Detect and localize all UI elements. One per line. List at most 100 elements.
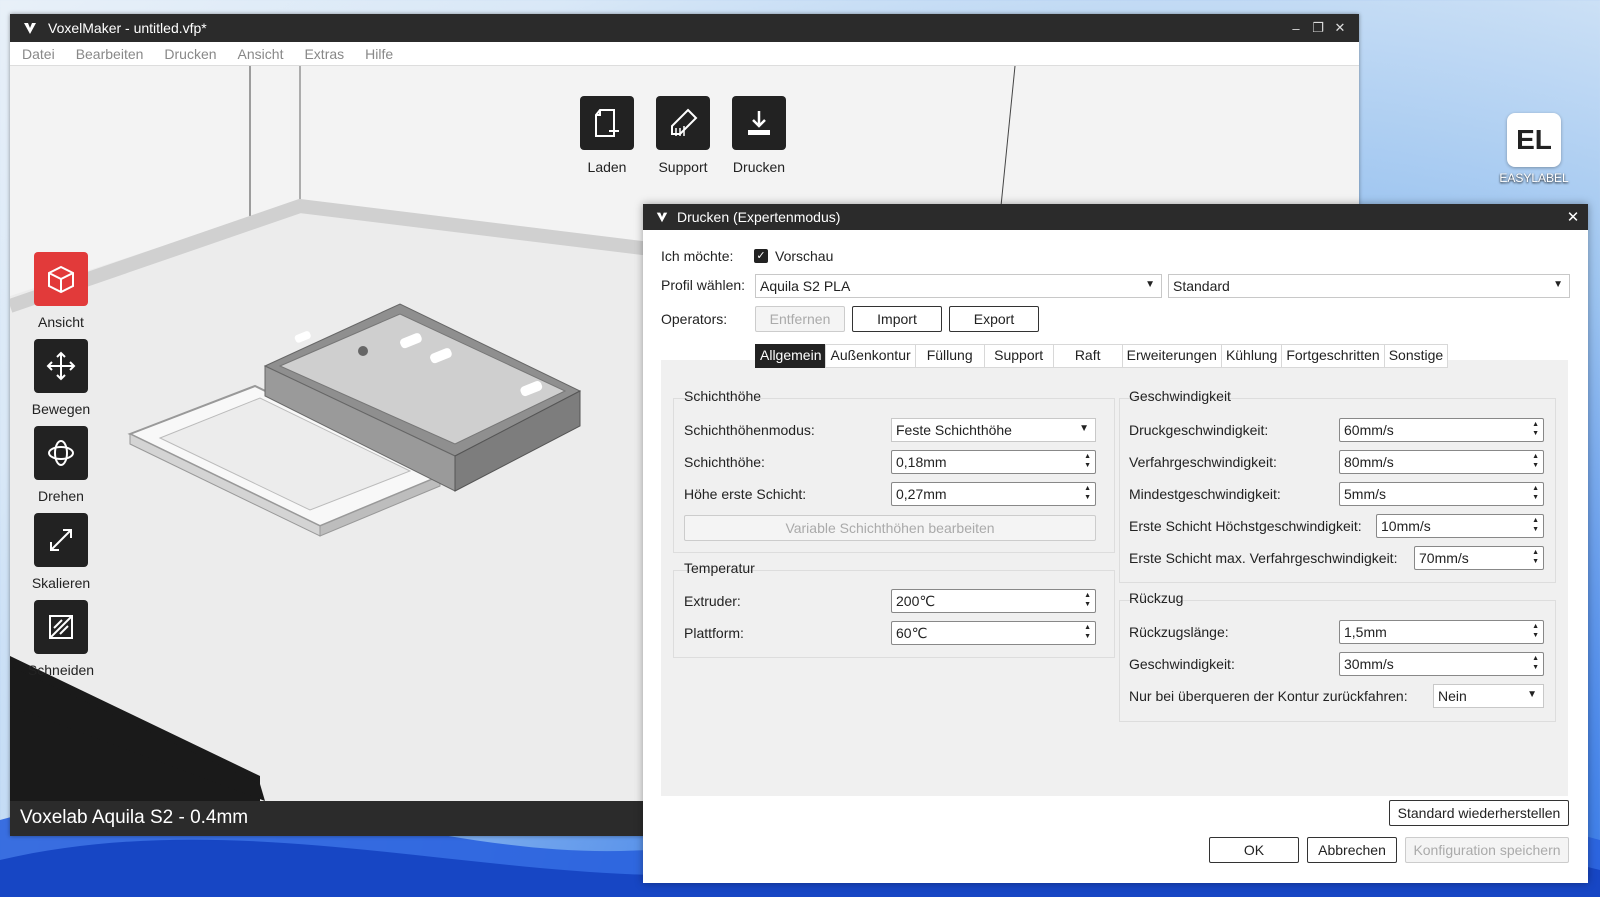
dialog-titlebar: Drucken (Expertenmodus) ✕ bbox=[643, 204, 1588, 230]
skalieren-tool[interactable]: Skalieren bbox=[32, 513, 90, 591]
profil-label: Profil wählen: bbox=[661, 277, 746, 293]
bewegen-label: Bewegen bbox=[31, 401, 91, 417]
spinner-arrows-icon[interactable]: ▲ ▼ bbox=[1084, 623, 1091, 641]
plattform-label: Plattform: bbox=[684, 625, 744, 641]
spinner-arrows-icon[interactable]: ▲ ▼ bbox=[1084, 591, 1091, 609]
load-file-icon bbox=[580, 96, 634, 150]
spinner-arrows-icon[interactable]: ▲ ▼ bbox=[1532, 654, 1539, 672]
vorschau-label: Vorschau bbox=[775, 248, 834, 264]
mindestgeschwindigkeit-value: 5mm/s bbox=[1344, 486, 1386, 502]
druckgeschwindigkeit-value: 60mm/s bbox=[1344, 422, 1394, 438]
druckgeschwindigkeit-input[interactable]: 60mm/s ▲ ▼ bbox=[1339, 418, 1544, 442]
restore-icon[interactable]: ❐ bbox=[1307, 20, 1329, 36]
chevron-down-icon: ▼ bbox=[1553, 279, 1563, 290]
rueckzugslaenge-input[interactable]: 1,5mm ▲ ▼ bbox=[1339, 620, 1544, 644]
menu-bearbeiten[interactable]: Bearbeiten bbox=[76, 46, 144, 62]
konfiguration-speichern-button[interactable]: Konfiguration speichern bbox=[1405, 837, 1569, 863]
tab-fortgeschritten[interactable]: Fortgeschritten bbox=[1281, 344, 1385, 368]
verfahrgeschwindigkeit-value: 80mm/s bbox=[1344, 454, 1394, 470]
spinner-arrows-icon[interactable]: ▲ ▼ bbox=[1532, 516, 1539, 534]
extruder-label: Extruder: bbox=[684, 593, 741, 609]
tab-fuellung[interactable]: Füllung bbox=[914, 344, 985, 368]
settings-panel: Schichthöhe Schichthöhenmodus: Feste Sch… bbox=[661, 360, 1568, 796]
spinner-arrows-icon[interactable]: ▲ ▼ bbox=[1532, 452, 1539, 470]
rueckzug-geschwindigkeit-input[interactable]: 30mm/s ▲ ▼ bbox=[1339, 652, 1544, 676]
menu-extras[interactable]: Extras bbox=[304, 46, 344, 62]
support-brush-icon bbox=[656, 96, 710, 150]
tab-raft[interactable]: Raft bbox=[1052, 344, 1123, 368]
spinner-arrows-icon[interactable]: ▲ ▼ bbox=[1084, 484, 1091, 502]
settings-tabs: Allgemein Außenkontur Füllung Support Ra… bbox=[755, 344, 1449, 368]
plattform-input[interactable]: 60℃ ▲ ▼ bbox=[891, 621, 1096, 645]
easylabel-desktop-icon[interactable]: EL EASYLABEL bbox=[1498, 113, 1570, 185]
support-button[interactable]: Support bbox=[656, 96, 710, 175]
skalieren-label: Skalieren bbox=[31, 575, 91, 591]
profil-variant-select[interactable]: Standard ▼ bbox=[1168, 274, 1570, 298]
chevron-down-icon: ▼ bbox=[1079, 423, 1089, 434]
close-icon[interactable]: ✕ bbox=[1329, 20, 1351, 36]
operators-row: Operators: bbox=[661, 311, 727, 327]
drucken-button[interactable]: Drucken bbox=[732, 96, 786, 175]
drehen-tool[interactable]: Drehen bbox=[33, 426, 89, 504]
entfernen-button[interactable]: Entfernen bbox=[755, 306, 845, 332]
geschwindigkeit-title: Geschwindigkeit bbox=[1129, 388, 1231, 404]
schichthoehe-input[interactable]: 0,18mm ▲ ▼ bbox=[891, 450, 1096, 474]
schichthoehenmodus-select[interactable]: Feste Schichthöhe ▼ bbox=[891, 418, 1096, 442]
dialog-title: Drucken (Expertenmodus) bbox=[677, 209, 841, 225]
menu-datei[interactable]: Datei bbox=[22, 46, 55, 62]
kontur-select[interactable]: Nein ▼ bbox=[1433, 684, 1544, 708]
drucken-label: Drucken bbox=[732, 159, 786, 175]
scale-icon bbox=[34, 513, 88, 567]
import-button[interactable]: Import bbox=[852, 306, 942, 332]
erste-schicht-verfahr-label: Erste Schicht max. Verfahrgeschwindigkei… bbox=[1129, 550, 1398, 566]
app-title: VoxelMaker - untitled.vfp* bbox=[48, 20, 207, 36]
voxelmaker-logo-icon bbox=[656, 212, 668, 223]
tab-kuehlung[interactable]: Kühlung bbox=[1220, 344, 1283, 368]
vorschau-checkbox[interactable]: ✓ bbox=[754, 249, 768, 263]
menu-ansicht[interactable]: Ansicht bbox=[238, 46, 284, 62]
spinner-arrows-icon[interactable]: ▲ ▼ bbox=[1532, 420, 1539, 438]
mindestgeschwindigkeit-label: Mindestgeschwindigkeit: bbox=[1129, 486, 1281, 502]
hoehe-erste-schicht-input[interactable]: 0,27mm ▲ ▼ bbox=[891, 482, 1096, 506]
profil-select[interactable]: Aquila S2 PLA ▼ bbox=[755, 274, 1162, 298]
schichthoehe-value: 0,18mm bbox=[896, 454, 947, 470]
erste-schicht-hoechst-label: Erste Schicht Höchstgeschwindigkeit: bbox=[1129, 518, 1362, 534]
erste-schicht-verfahr-value: 70mm/s bbox=[1419, 550, 1469, 566]
spinner-arrows-icon[interactable]: ▲ ▼ bbox=[1084, 452, 1091, 470]
menu-drucken[interactable]: Drucken bbox=[164, 46, 216, 62]
rueckzug-geschwindigkeit-label: Geschwindigkeit: bbox=[1129, 656, 1235, 672]
hoehe-erste-schicht-value: 0,27mm bbox=[896, 486, 947, 502]
tab-support[interactable]: Support bbox=[983, 344, 1054, 368]
standard-wiederherstellen-button[interactable]: Standard wiederherstellen bbox=[1389, 800, 1569, 826]
spinner-arrows-icon[interactable]: ▲ ▼ bbox=[1532, 622, 1539, 640]
move-arrows-icon bbox=[34, 339, 88, 393]
menu-hilfe[interactable]: Hilfe bbox=[365, 46, 393, 62]
dialog-close-icon[interactable]: ✕ bbox=[1558, 208, 1588, 226]
tab-erweiterungen[interactable]: Erweiterungen bbox=[1121, 344, 1222, 368]
erste-schicht-hoechst-input[interactable]: 10mm/s ▲ ▼ bbox=[1376, 514, 1544, 538]
schichthoehenmodus-value: Feste Schichthöhe bbox=[896, 422, 1012, 438]
erste-schicht-verfahr-input[interactable]: 70mm/s ▲ ▼ bbox=[1414, 546, 1544, 570]
profil-row: Profil wählen: bbox=[661, 277, 745, 293]
tab-allgemein[interactable]: Allgemein bbox=[755, 344, 827, 368]
mindestgeschwindigkeit-input[interactable]: 5mm/s ▲ ▼ bbox=[1339, 482, 1544, 506]
laden-button[interactable]: Laden bbox=[580, 96, 634, 175]
extruder-input[interactable]: 200℃ ▲ ▼ bbox=[891, 589, 1096, 613]
tab-sonstige[interactable]: Sonstige bbox=[1383, 344, 1449, 368]
rueckzug-title: Rückzug bbox=[1129, 590, 1184, 606]
abbrechen-button[interactable]: Abbrechen bbox=[1307, 837, 1397, 863]
schneiden-tool[interactable]: Schneiden bbox=[28, 600, 94, 678]
spinner-arrows-icon[interactable]: ▲ ▼ bbox=[1532, 484, 1539, 502]
minimize-icon[interactable]: – bbox=[1285, 21, 1307, 36]
kontur-value: Nein bbox=[1438, 688, 1467, 704]
voxelmaker-logo-icon bbox=[24, 23, 36, 34]
tab-aussenkontur[interactable]: Außenkontur bbox=[825, 344, 916, 368]
export-button[interactable]: Export bbox=[949, 306, 1039, 332]
ansicht-tool[interactable]: Ansicht bbox=[33, 252, 89, 330]
bewegen-tool[interactable]: Bewegen bbox=[32, 339, 90, 417]
variable-schichthoehen-button[interactable]: Variable Schichthöhen bearbeiten bbox=[684, 515, 1096, 541]
verfahrgeschwindigkeit-input[interactable]: 80mm/s ▲ ▼ bbox=[1339, 450, 1544, 474]
spinner-arrows-icon[interactable]: ▲ ▼ bbox=[1532, 548, 1539, 566]
ok-button[interactable]: OK bbox=[1209, 837, 1299, 863]
erste-schicht-hoechst-value: 10mm/s bbox=[1381, 518, 1431, 534]
